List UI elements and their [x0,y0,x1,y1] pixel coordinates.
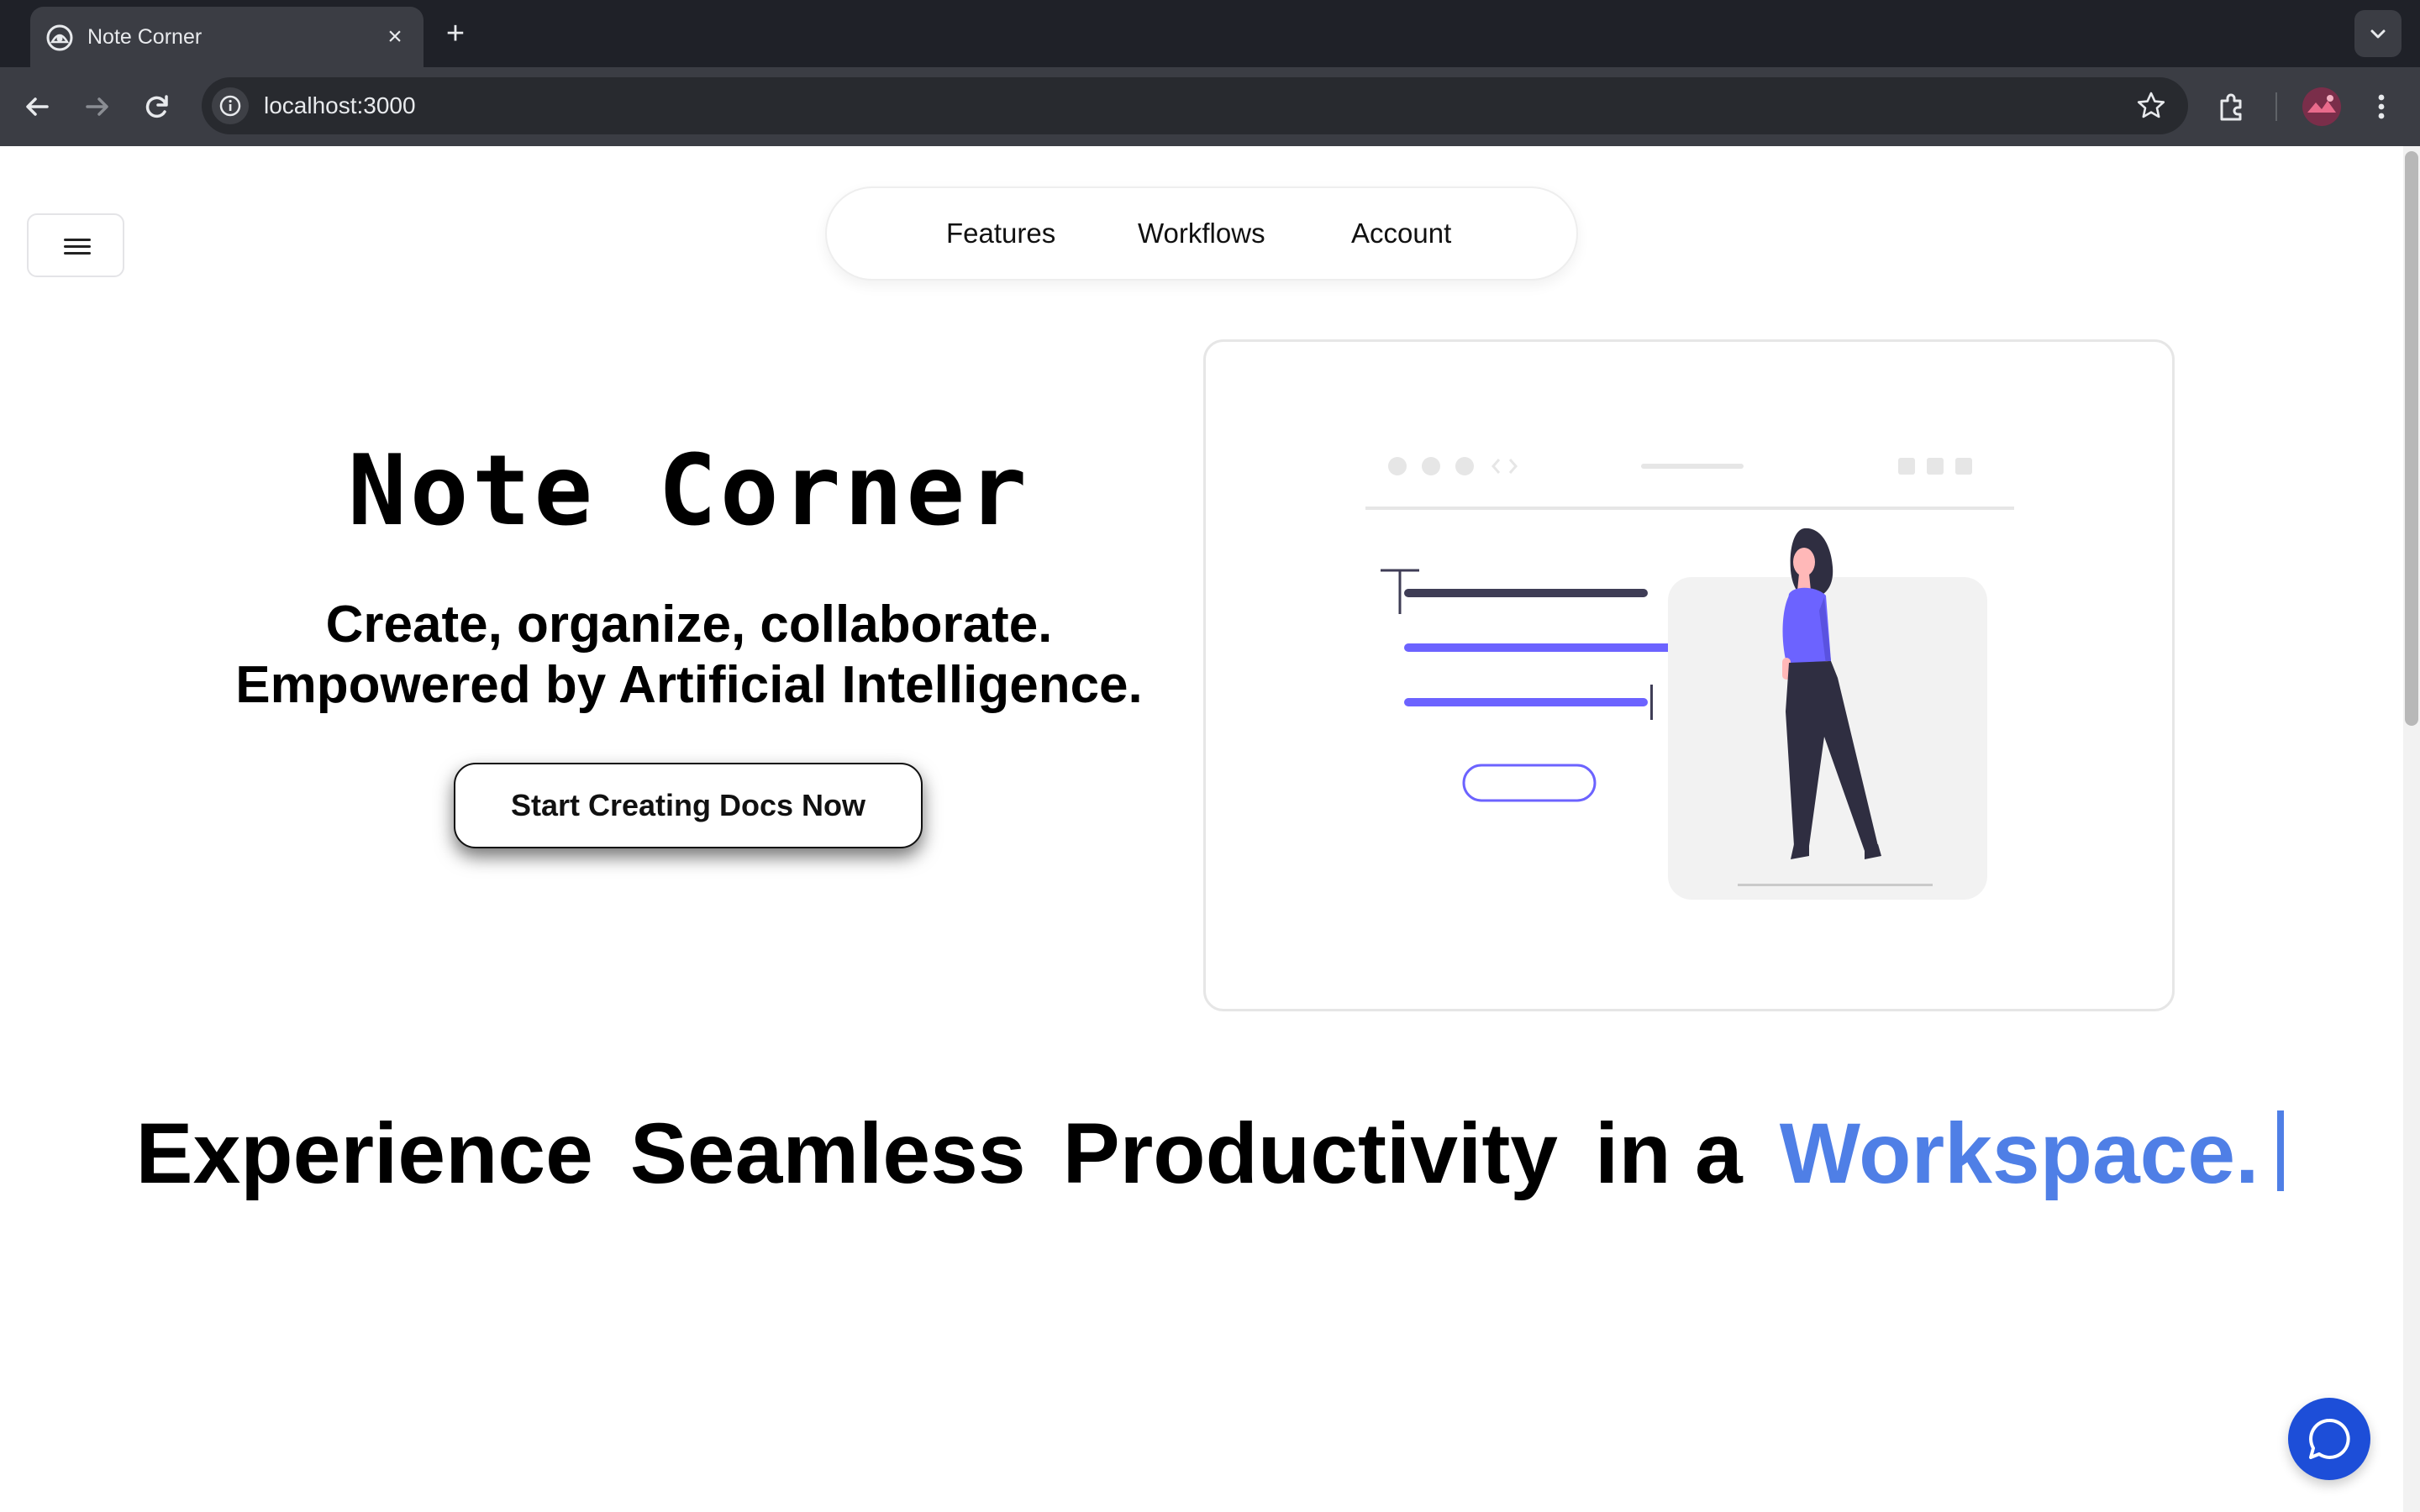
hero-subtitle-line-2: Empowered by Artificial Intelligence. [235,656,1143,714]
tagline-word-productivity: Productivity [1062,1105,1559,1201]
hero-title: Note Corner [347,434,1031,548]
back-arrow-icon[interactable] [17,86,59,128]
site-info-icon[interactable] [212,87,249,124]
close-icon[interactable]: × [380,22,410,52]
plus-icon[interactable]: + [439,17,472,50]
tagline-word-in-a: in a [1595,1105,1743,1201]
hero-subtitle-line-1: Create, organize, collaborate. [325,596,1053,654]
top-navigation: Features Workflows Account [825,186,1578,281]
tagline-word-experience: Experience [135,1105,593,1201]
tab-search-button[interactable] [2354,10,2402,57]
browser-tab-strip: Note Corner × + [0,0,2420,67]
extensions-puzzle-icon[interactable] [2212,86,2254,128]
editor-illustration-image [1365,457,2014,900]
hamburger-icon-line [64,252,91,255]
start-creating-docs-button[interactable]: Start Creating Docs Now [454,763,923,848]
hamburger-icon [64,239,91,241]
tagline-highlight-word: Workspace. [1779,1105,2260,1201]
bookmark-star-icon[interactable] [2134,89,2168,123]
profile-avatar[interactable] [2302,87,2341,126]
forward-arrow-icon[interactable] [76,86,118,128]
hamburger-icon-line [64,245,91,248]
tab-title: Note Corner [87,25,203,49]
tagline-word-seamless: Seamless [629,1105,1026,1201]
page-viewport: Features Workflows Account Note Corner C… [0,146,2420,1512]
nav-link-features[interactable]: Features [946,188,1055,279]
browser-toolbar: localhost:3000 [0,67,2420,146]
hamburger-menu-button[interactable] [27,213,124,277]
kebab-menu-icon[interactable] [2363,86,2400,128]
chat-bubble-icon [2309,1418,2350,1459]
typing-cursor [2277,1110,2285,1191]
nav-link-workflows[interactable]: Workflows [1138,188,1265,279]
app-logo-icon [46,24,73,51]
nav-link-account[interactable]: Account [1351,188,1451,279]
page-scrollbar[interactable] [2403,146,2420,1512]
url-text: localhost:3000 [264,92,416,118]
toolbar-divider [2275,92,2277,121]
scrollbar-thumb[interactable] [2405,151,2418,726]
tagline: Experience Seamless Productivity in a Worksp… [0,1099,2420,1208]
hero-subtitle: Create, organize, collaborate. Empowered… [101,595,1277,716]
reload-icon[interactable] [136,86,178,128]
browser-tab[interactable]: Note Corner × [30,7,424,67]
chevron-down-icon [2370,29,2386,39]
chat-support-button[interactable] [2288,1398,2370,1480]
address-bar[interactable]: localhost:3000 [202,77,2188,134]
hero-illustration [1203,339,2175,1011]
